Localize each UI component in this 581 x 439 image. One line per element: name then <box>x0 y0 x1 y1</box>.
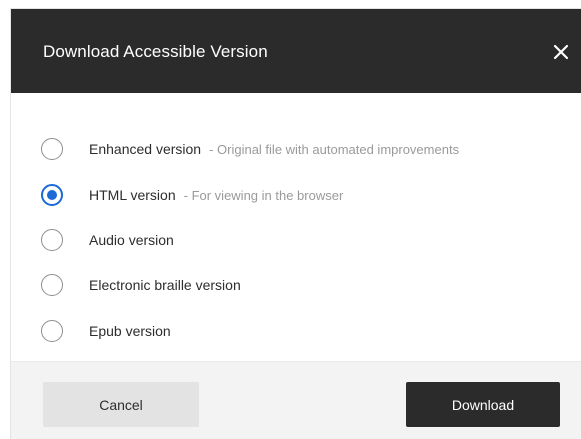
radio-audio-version[interactable] <box>41 229 63 251</box>
option-enhanced-version[interactable]: Enhanced version - Original file with au… <box>41 137 571 161</box>
option-label: HTML version <box>89 187 176 203</box>
dialog-footer: Cancel Download <box>11 361 581 439</box>
dialog-header: Download Accessible Version <box>11 9 581 93</box>
close-icon <box>553 44 569 60</box>
download-accessible-dialog: Download Accessible Version Enhanced ver… <box>11 9 581 439</box>
dialog-title: Download Accessible Version <box>43 42 268 61</box>
radio-electronic-braille-version[interactable] <box>41 274 63 296</box>
cancel-button[interactable]: Cancel <box>43 382 199 427</box>
option-html-version[interactable]: HTML version - For viewing in the browse… <box>41 183 571 207</box>
option-epub-version[interactable]: Epub version <box>41 319 571 343</box>
option-label: Enhanced version <box>89 141 202 157</box>
option-description: - Original file with automated improveme… <box>209 141 460 157</box>
option-description: - For viewing in the browser <box>183 187 344 203</box>
option-electronic-braille-version[interactable]: Electronic braille version <box>41 273 571 297</box>
option-label: Epub version <box>89 323 171 339</box>
option-label: Electronic braille version <box>89 277 241 293</box>
radio-epub-version[interactable] <box>41 320 63 342</box>
radio-html-version[interactable] <box>41 184 63 206</box>
download-button[interactable]: Download <box>406 382 560 427</box>
radio-enhanced-version[interactable] <box>41 138 63 160</box>
option-label: Audio version <box>89 232 174 248</box>
close-button[interactable] <box>547 38 575 66</box>
option-audio-version[interactable]: Audio version <box>41 228 571 252</box>
